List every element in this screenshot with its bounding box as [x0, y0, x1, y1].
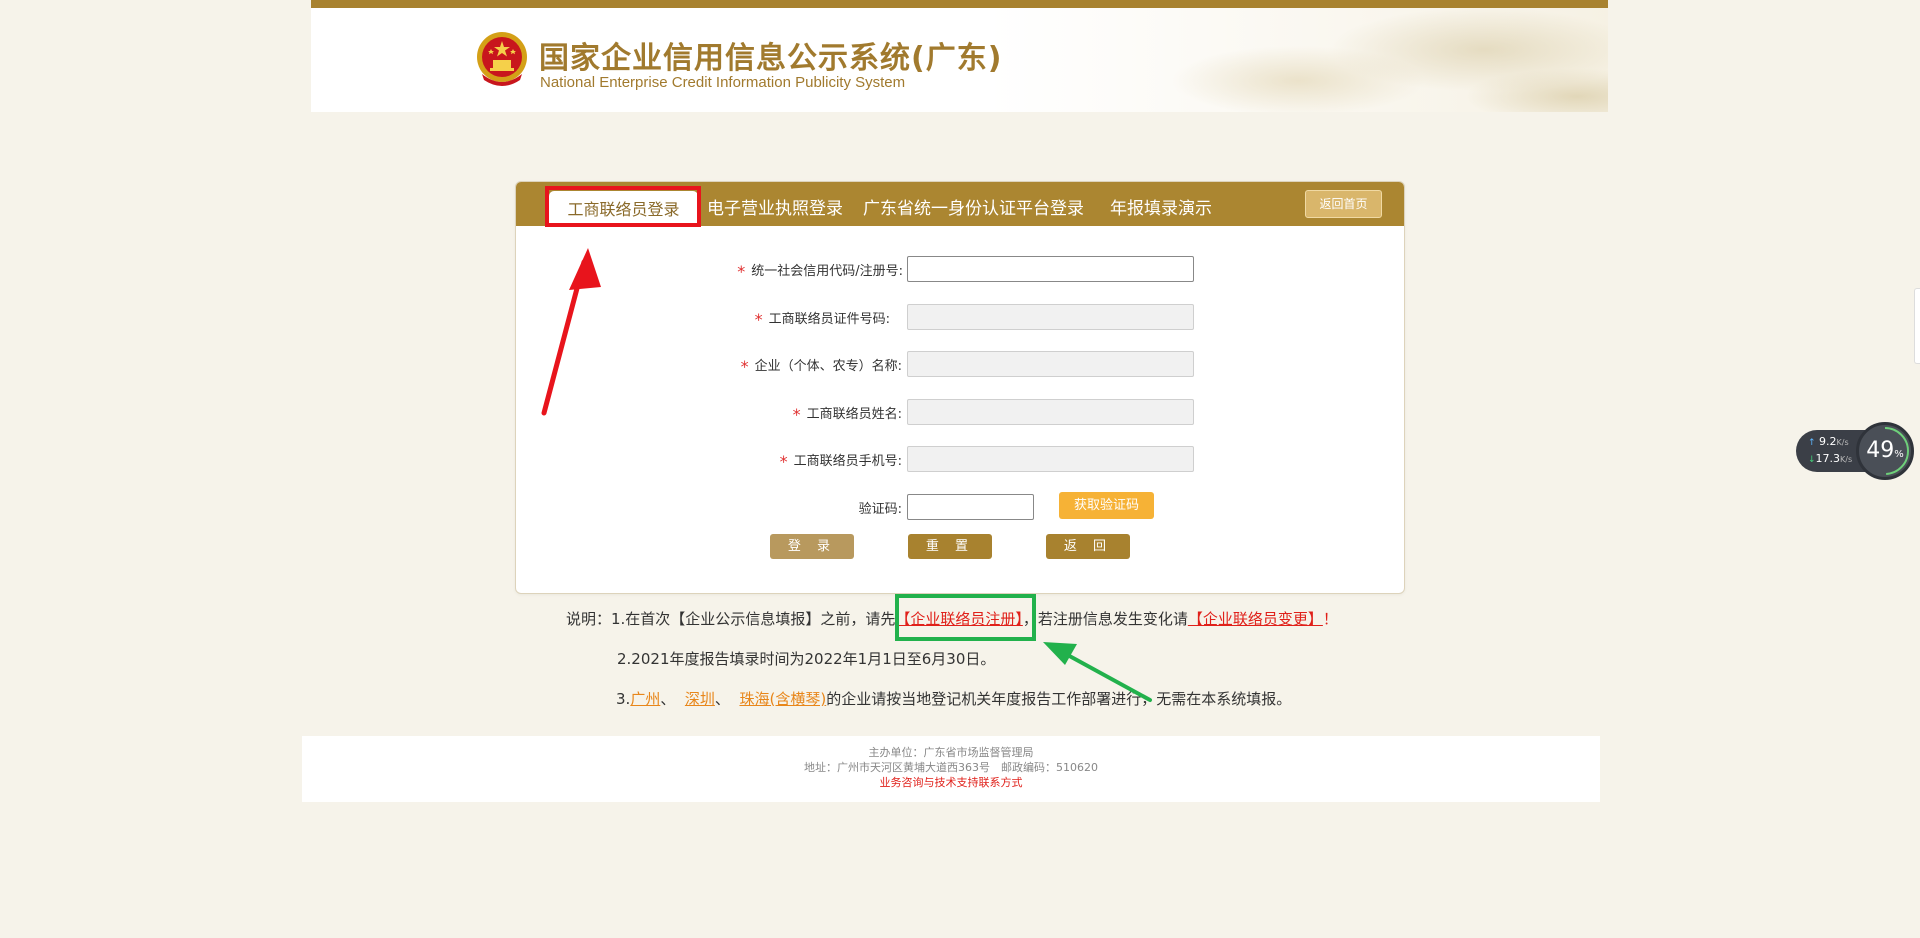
red-arrowhead-icon — [569, 248, 601, 290]
upload-speed: ↑ 9.2K/s — [1808, 435, 1849, 448]
annotation-arrows — [541, 248, 1152, 702]
download-arrow-icon: ↓ — [1808, 455, 1816, 465]
memory-usage-gauge[interactable]: 49% — [1856, 422, 1914, 480]
side-float-tab[interactable] — [1914, 288, 1920, 364]
download-speed: ↓17.3K/s — [1808, 452, 1853, 465]
memory-usage-percent: 49% — [1866, 438, 1904, 463]
green-arrowhead-icon — [1043, 642, 1077, 665]
upload-arrow-icon: ↑ — [1808, 438, 1816, 448]
green-arrow-icon — [1062, 651, 1152, 702]
